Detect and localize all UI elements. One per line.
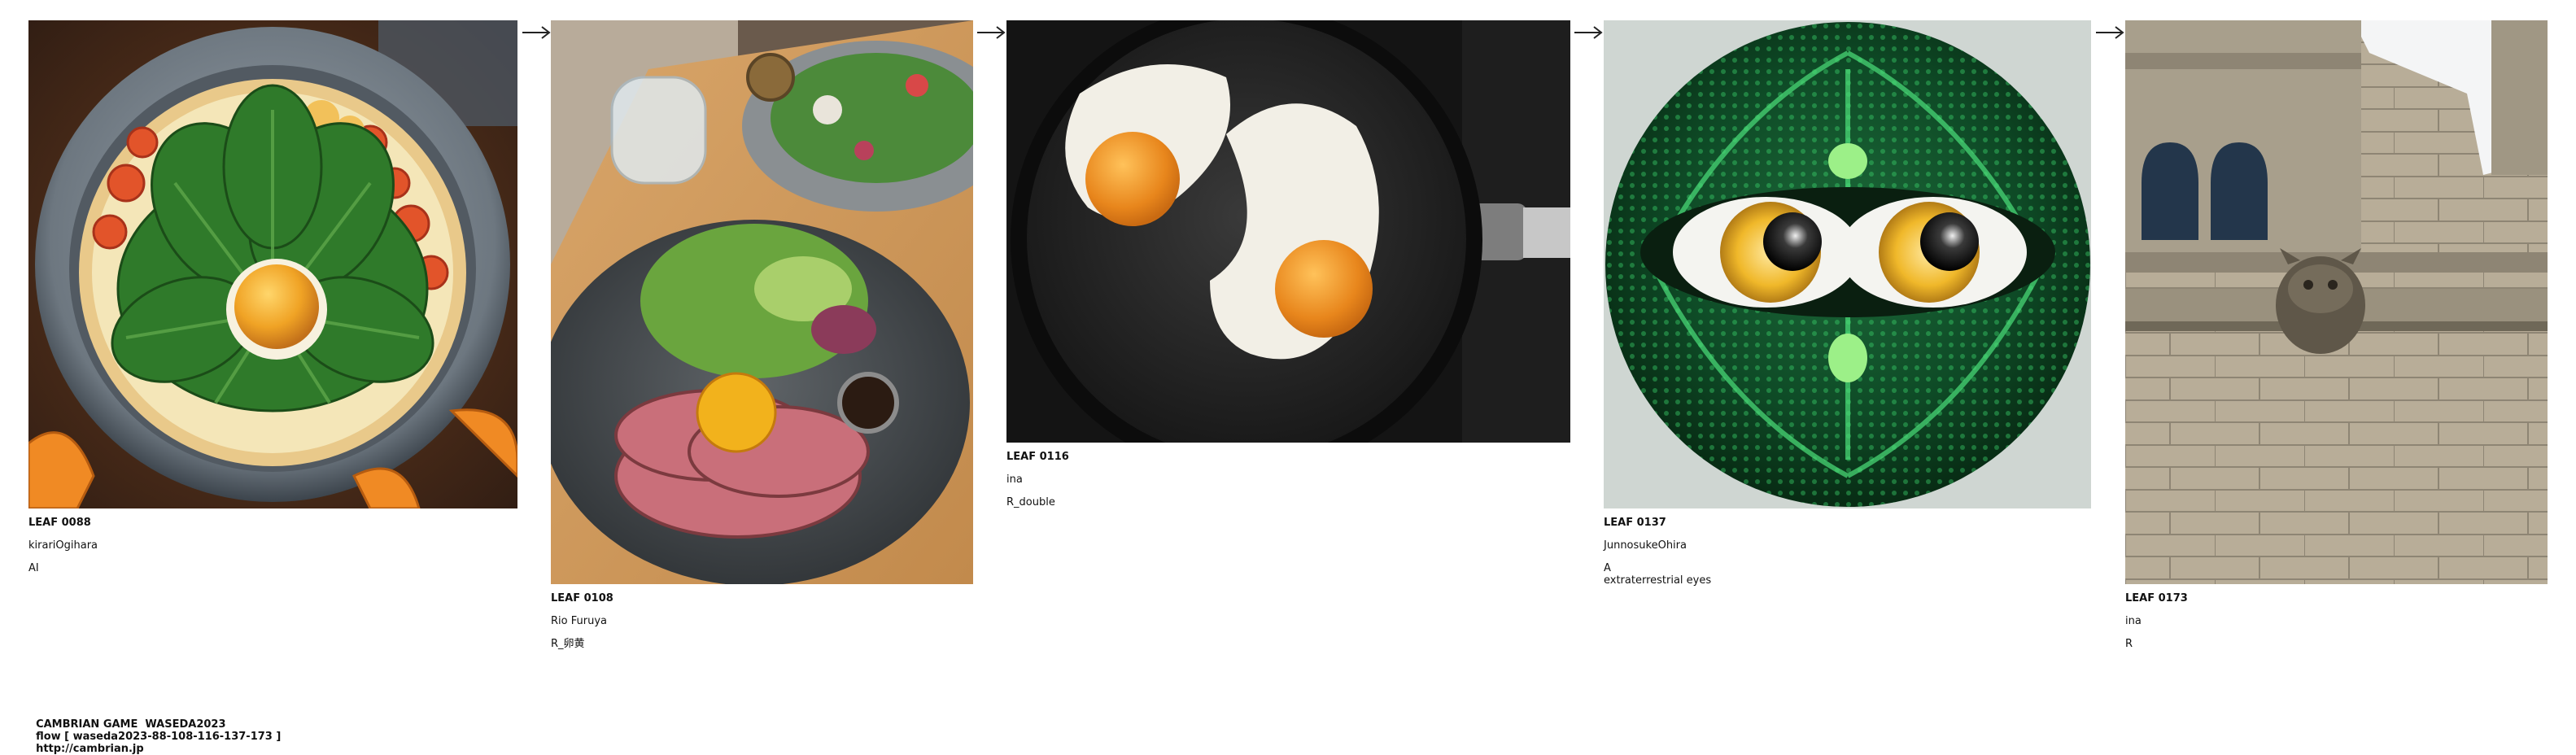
leaf-id: LEAF 0088: [28, 517, 91, 529]
leaf-caption: LEAF 0108 Rio Furuya R_卵黄: [551, 592, 973, 650]
leaf-author: JunnosukeOhira: [1604, 539, 1687, 552]
leaf-image-fried-eggs[interactable]: [1006, 20, 1570, 443]
leaf-author: Rio Furuya: [551, 615, 607, 627]
leaf-title: AI: [28, 562, 39, 574]
leaf-author: kirariOgihara: [28, 539, 98, 552]
leaf-title: R: [2125, 638, 2133, 650]
leaf-card: LEAF 0116 ina R_double: [1006, 20, 1570, 519]
footer-url-link[interactable]: http://cambrian.jp: [36, 743, 144, 755]
leaf-card: LEAF 0108 Rio Furuya R_卵黄: [551, 20, 973, 661]
fried-eggs-photo: [1006, 20, 1570, 443]
leaf-card: LEAF 0088 kirariOgihara AI: [28, 20, 517, 585]
arrow-right-icon: [1574, 24, 1603, 41]
leaf-card: LEAF 0137 JunnosukeOhira A extraterrestr…: [1604, 20, 2091, 597]
gargoyle-building-photo: [2125, 20, 2548, 584]
pizza-illustration: [28, 20, 517, 508]
leaf-title: A extraterrestrial eyes: [1604, 562, 1712, 587]
leaf-card: LEAF 0173 ina R: [2125, 20, 2548, 661]
leaf-caption: LEAF 0088 kirariOgihara AI: [28, 517, 517, 574]
arrow-right-icon: [2095, 24, 2124, 41]
footer-flow-id: flow [ waseda2023-88-108-116-137-173 ]: [36, 731, 282, 743]
footer: CAMBRIAN GAME WASEDA2023 flow [ waseda20…: [28, 706, 292, 755]
leaf-id: LEAF 0116: [1006, 451, 1069, 463]
leaf-image-pizza[interactable]: [28, 20, 517, 508]
roast-beef-photo: [551, 20, 973, 584]
leaf-caption: LEAF 0137 JunnosukeOhira A extraterrestr…: [1604, 517, 2091, 587]
leaf-caption: LEAF 0116 ina R_double: [1006, 451, 1570, 508]
leaf-image-roast-beef[interactable]: [551, 20, 973, 584]
leaf-author: ina: [2125, 615, 2142, 627]
leaf-title: R_double: [1006, 496, 1055, 508]
arrow-right-icon: [522, 24, 551, 41]
leaf-image-alien-eyes[interactable]: [1604, 20, 2091, 508]
leaf-title: R_卵黄: [551, 638, 585, 650]
leaf-image-gargoyle[interactable]: [2125, 20, 2548, 584]
leaf-caption: LEAF 0173 ina R: [2125, 592, 2548, 650]
alien-eyes-illustration: [1604, 20, 2091, 508]
arrow-right-icon: [976, 24, 1006, 41]
leaf-id: LEAF 0108: [551, 592, 613, 604]
leaf-author: ina: [1006, 474, 1023, 486]
footer-game-title: CAMBRIAN GAME WASEDA2023: [36, 718, 226, 731]
leaf-id: LEAF 0137: [1604, 517, 1666, 529]
leaf-id: LEAF 0173: [2125, 592, 2188, 604]
